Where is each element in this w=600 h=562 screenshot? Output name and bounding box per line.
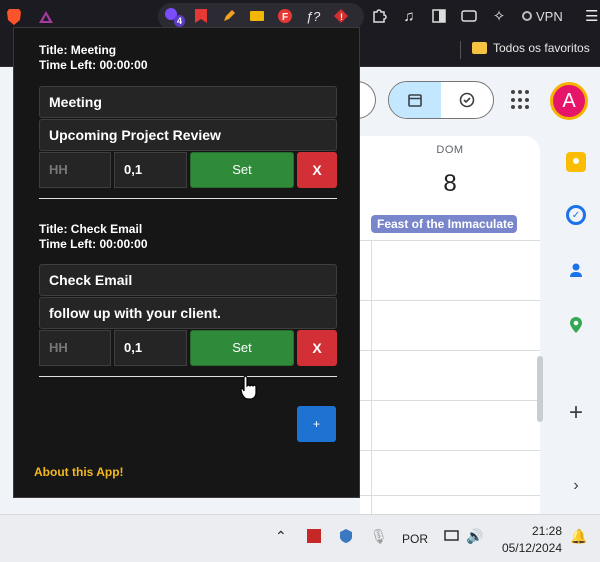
grid-line <box>360 400 540 401</box>
task-divider <box>39 198 337 199</box>
keep-icon[interactable] <box>566 152 586 172</box>
folder-icon <box>472 42 487 54</box>
task-description-field[interactable]: follow up with your client. <box>39 297 337 329</box>
calendar-scrollbar[interactable] <box>537 356 543 422</box>
network-icon[interactable] <box>444 528 460 547</box>
grid-line <box>360 350 540 351</box>
delete-task-button[interactable]: X <box>297 330 337 366</box>
task-header: Title: Meeting Time Left: 00:00:00 <box>39 43 337 73</box>
all-bookmarks-folder[interactable]: Todos os favoritos <box>472 41 590 55</box>
language-indicator[interactable]: POR <box>402 532 428 546</box>
f-logo-icon[interactable]: F <box>274 5 296 27</box>
windows-taskbar: ⌃ 🎙 POR 🔊 21:28 05/12/2024 🔔 <box>0 514 600 562</box>
task-header: Title: Check Email Time Left: 00:00:00 <box>39 222 337 252</box>
volume-icon[interactable]: 🔊 <box>466 528 483 545</box>
rewards-icon[interactable] <box>35 6 57 28</box>
minutes-input[interactable]: 0,1 <box>114 330 187 366</box>
app-tray-icon[interactable] <box>306 528 322 547</box>
svg-text:!: ! <box>340 12 343 22</box>
extension-icon[interactable]: 4 <box>162 5 186 27</box>
vpn-status-icon <box>522 11 532 21</box>
clock-date: 05/12/2024 <box>501 541 562 555</box>
contacts-icon[interactable] <box>566 260 586 280</box>
clock-time: 21:28 <box>531 524 562 538</box>
function-icon[interactable]: ƒ? <box>302 5 324 27</box>
music-icon[interactable]: ♫ <box>398 5 420 27</box>
holiday-event-chip[interactable]: Feast of the Immaculate <box>371 215 517 233</box>
day-name: DOM <box>436 144 464 156</box>
day-number[interactable]: 8 <box>360 170 540 198</box>
task-time-left: Time Left: 00:00:00 <box>39 58 148 72</box>
calendar-icon <box>408 94 422 107</box>
vpn-button[interactable]: VPN <box>522 9 563 24</box>
svg-text:F: F <box>282 12 288 23</box>
grid-divider <box>371 240 372 516</box>
task-title-field[interactable]: Check Email <box>39 264 337 296</box>
add-task-button[interactable]: + <box>297 406 336 442</box>
google-apps-icon[interactable] <box>511 90 531 110</box>
delete-task-button[interactable]: X <box>297 152 337 188</box>
menu-icon[interactable]: ☰ <box>581 5 600 27</box>
about-link[interactable]: About this App! <box>34 465 124 479</box>
task-title-line: Title: Check Email <box>39 222 143 236</box>
grid-line <box>360 450 540 451</box>
set-button[interactable]: Set <box>190 330 294 366</box>
tasks-icon[interactable]: ✓ <box>566 205 586 225</box>
extension-badge: 4 <box>174 15 186 27</box>
hand-cursor-icon <box>240 375 257 400</box>
chevron-right-icon[interactable]: › <box>566 476 586 496</box>
grid-line <box>360 300 540 301</box>
set-button[interactable]: Set <box>190 152 294 188</box>
puzzle-icon[interactable] <box>368 5 390 27</box>
bookmark-red-icon[interactable] <box>190 5 212 27</box>
bookmarks-separator <box>460 41 461 59</box>
task-time-left: Time Left: 00:00:00 <box>39 237 148 251</box>
account-avatar[interactable]: A <box>550 82 588 120</box>
task-title-field[interactable]: Meeting <box>39 86 337 118</box>
chevron-up-icon[interactable]: ⌃ <box>275 528 287 545</box>
minutes-input[interactable]: 0,1 <box>114 152 187 188</box>
task-divider <box>39 376 337 377</box>
vpn-label: VPN <box>536 8 563 24</box>
microphone-icon[interactable]: 🎙 <box>370 528 388 545</box>
tasks-view-button[interactable] <box>441 82 493 118</box>
grid-line <box>360 240 540 241</box>
clock[interactable]: 21:28 05/12/2024 <box>498 523 562 557</box>
sidebar-icon[interactable] <box>428 5 450 27</box>
grid-line <box>360 495 540 496</box>
maps-icon[interactable] <box>566 315 586 335</box>
sparkle-icon[interactable]: ✧ <box>488 5 510 27</box>
hours-input[interactable]: HH <box>39 152 111 188</box>
task-controls: HH 0,1 Set X <box>39 152 337 188</box>
view-toggle <box>388 81 494 119</box>
pen-icon[interactable] <box>218 5 240 27</box>
alert-icon[interactable]: ! <box>330 5 352 27</box>
task-description-field[interactable]: Upcoming Project Review <box>39 119 337 151</box>
bookmarks-folder-label: Todos os favoritos <box>493 41 590 55</box>
notification-bell-icon[interactable]: 🔔 <box>570 528 587 545</box>
check-circle-icon <box>459 92 475 108</box>
security-icon[interactable] <box>338 528 354 547</box>
wallet-icon[interactable] <box>458 5 480 27</box>
hours-input[interactable]: HH <box>39 330 111 366</box>
folder-tag-icon[interactable] <box>246 5 268 27</box>
reminder-extension-popup: Title: Meeting Time Left: 00:00:00 Meeti… <box>13 27 360 498</box>
calendar-view-button[interactable] <box>389 82 441 118</box>
task-title-line: Title: Meeting <box>39 43 117 57</box>
brave-icon[interactable] <box>3 6 25 28</box>
add-addon-icon[interactable]: + <box>566 399 586 426</box>
task-controls: HH 0,1 Set X <box>39 330 337 366</box>
